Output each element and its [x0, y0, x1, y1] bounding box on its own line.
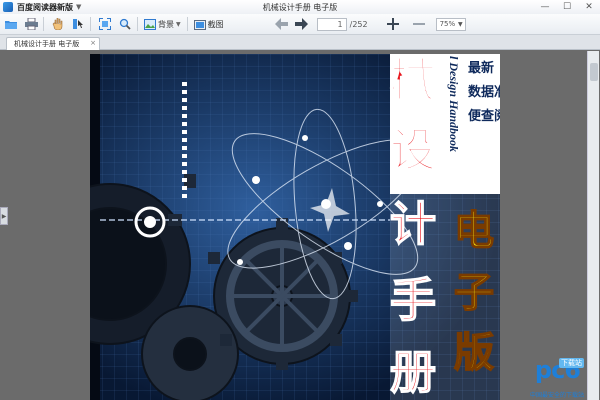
cover-subtitle-en: l Design Handbook	[447, 56, 461, 152]
app-menu-caret-icon[interactable]: ▼	[76, 3, 81, 11]
app-name[interactable]: 百度阅读器新版	[17, 2, 73, 13]
sidebar-toggle-icon[interactable]: ▶	[0, 207, 8, 225]
tab-close-icon[interactable]: ×	[90, 39, 96, 47]
select-tool-icon[interactable]	[69, 16, 87, 33]
scrollbar-thumb[interactable]	[590, 63, 598, 81]
cover-tagline-2: 数据准	[468, 84, 500, 100]
screenshot-icon	[193, 19, 206, 30]
arrow-left-icon	[275, 18, 289, 30]
minimize-button[interactable]: —	[534, 0, 556, 14]
cover-tagline-3: 便查阅	[468, 108, 500, 124]
open-folder-icon[interactable]	[2, 16, 20, 33]
app-logo-icon	[3, 2, 13, 12]
background-dropdown-icon: ▼	[176, 20, 181, 28]
tab-strip: 机械设计手册 电子版 ×	[0, 35, 600, 50]
background-icon	[144, 18, 156, 30]
document-viewport[interactable]: ▶ l Design Handbook 最新 数据 便查 械 设 计 手 册 电…	[0, 51, 600, 400]
book-cover-image: l Design Handbook 最新 数据准 便查阅 械 设 计 手 册 电…	[90, 54, 500, 400]
close-button[interactable]: ✕	[578, 0, 600, 14]
screenshot-button[interactable]: 截图	[191, 16, 227, 33]
cover-title-char: 械	[390, 54, 436, 107]
background-button[interactable]: 背景 ▼	[141, 16, 184, 33]
cover-title-char: 计	[390, 197, 436, 251]
toolbar-separator	[90, 17, 91, 31]
plus-icon	[386, 18, 399, 30]
cover-edition-char: 电	[454, 208, 494, 254]
hand-tool-icon[interactable]	[49, 16, 67, 33]
minus-icon	[412, 23, 425, 25]
vertical-scrollbar[interactable]	[587, 51, 599, 400]
page-number-input[interactable]: 1	[316, 17, 347, 31]
cover-title-char: 册	[390, 345, 436, 399]
watermark: pc6 下载站 中国最安全的下载站	[494, 356, 586, 400]
screenshot-label: 截图	[207, 19, 224, 29]
cover-edition-char: 版	[454, 330, 494, 376]
window-controls: — ☐ ✕	[534, 0, 600, 14]
cover-edition-char: 子	[454, 270, 494, 316]
next-page-button[interactable]	[293, 16, 311, 33]
zoom-in-button[interactable]	[384, 16, 402, 33]
zoom-out-button[interactable]	[410, 16, 428, 33]
page-total: /252	[349, 19, 368, 29]
zoom-select[interactable]: 75% ▼	[435, 17, 466, 31]
tab-document[interactable]: 机械设计手册 电子版 ×	[6, 37, 100, 50]
title-bar: 百度阅读器新版 ▼ 机械设计手册 电子版 — ☐ ✕	[0, 0, 600, 14]
zoom-value: 75%	[439, 19, 456, 28]
toolbar: 背景 ▼ 截图 1 /252 75% ▼	[0, 14, 600, 35]
toolbar-separator	[43, 17, 44, 31]
document-page: l Design Handbook 最新 数据准 便查阅 械 设 计 手 册 电…	[90, 54, 500, 400]
arrow-right-icon	[295, 18, 309, 30]
zoom-icon[interactable]	[116, 16, 134, 33]
tab-label: 机械设计手册 电子版	[14, 40, 80, 48]
toolbar-separator	[186, 17, 188, 31]
window-title: 机械设计手册 电子版	[262, 2, 338, 12]
cover-title-char: 手	[390, 273, 436, 327]
watermark-subtitle: 中国最安全的下载站	[529, 392, 584, 399]
watermark-badge: 下载站	[559, 358, 584, 368]
zoom-dropdown-icon: ▼	[457, 20, 463, 28]
previous-page-button[interactable]	[273, 16, 291, 33]
fit-page-icon[interactable]	[96, 16, 114, 33]
toolbar-separator	[137, 17, 138, 31]
cover-title-char: 设	[390, 123, 436, 177]
cover-tagline-1: 最新	[468, 60, 494, 76]
print-icon[interactable]	[22, 16, 40, 33]
maximize-button[interactable]: ☐	[556, 0, 578, 14]
background-label: 背景	[158, 19, 174, 29]
